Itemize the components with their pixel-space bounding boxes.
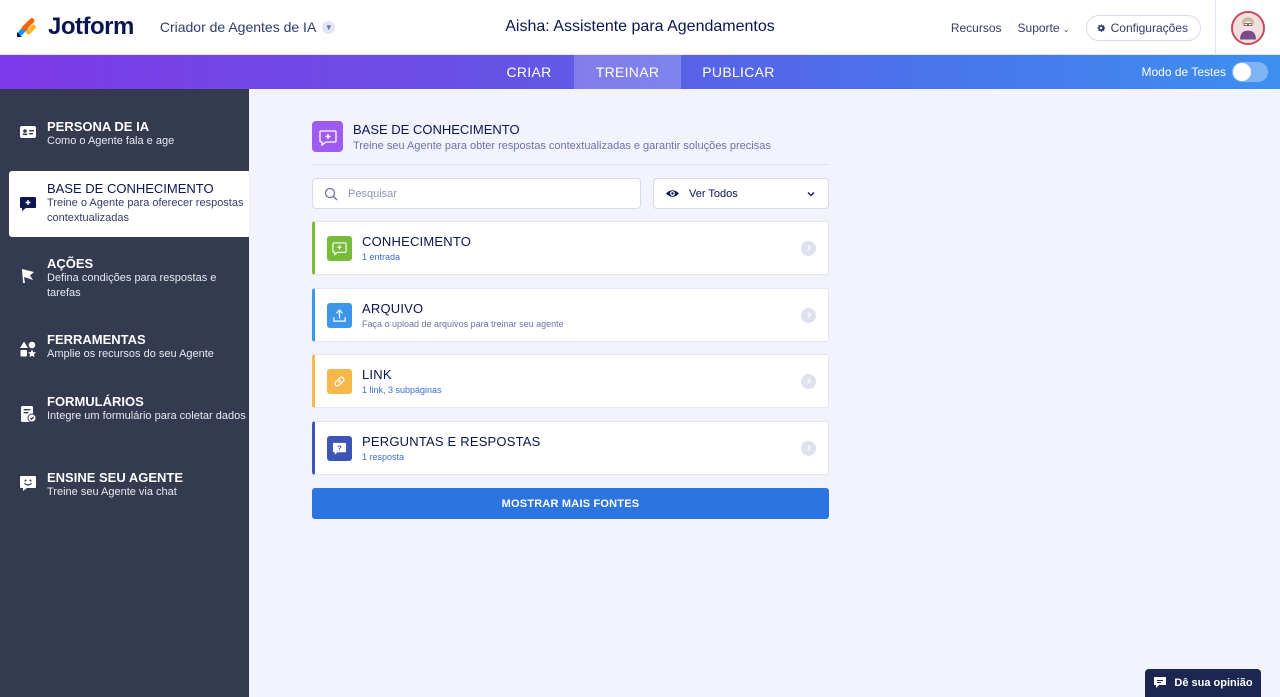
chevron-right-icon xyxy=(801,440,816,456)
support-menu[interactable]: Suporte ⌄ xyxy=(1018,21,1070,35)
show-more-sources-button[interactable]: MOSTRAR MAIS FONTES xyxy=(312,488,829,519)
sidebar-item-title: PERSONA DE IA xyxy=(47,119,150,134)
search-box[interactable] xyxy=(312,178,641,209)
id-card-icon xyxy=(20,126,36,138)
test-mode-toggle[interactable] xyxy=(1232,62,1268,82)
sidebar-item-tools[interactable]: FERRAMENTAS Amplie os recursos do seu Ag… xyxy=(0,332,249,362)
section-header: BASE DE CONHECIMENTO Treine seu Agente p… xyxy=(312,121,771,152)
sidebar-item-title: FORMULÁRIOS xyxy=(47,394,144,409)
knowledge-chat-icon xyxy=(20,197,36,211)
feedback-label: Dê sua opinião xyxy=(1174,677,1253,689)
brand-name: Jotform xyxy=(48,13,134,40)
chevron-right-icon xyxy=(801,373,816,389)
card-title: PERGUNTAS E RESPOSTAS xyxy=(362,434,541,449)
test-mode: Modo de Testes xyxy=(1141,55,1268,89)
svg-text:?: ? xyxy=(337,443,342,452)
source-card-link[interactable]: LINK 1 link, 3 subpáginas xyxy=(312,354,829,408)
tab-criar[interactable]: CRIAR xyxy=(484,55,574,89)
sidebar-item-title: AÇÕES xyxy=(47,256,94,271)
divider xyxy=(312,164,829,165)
card-title: CONHECIMENTO xyxy=(362,234,472,249)
support-label: Suporte xyxy=(1017,20,1060,35)
search-input[interactable] xyxy=(348,187,628,200)
shapes-icon xyxy=(20,341,36,358)
sidebar-item-subtitle: Como o Agente fala e age xyxy=(47,135,175,147)
chevron-down-icon xyxy=(807,191,815,196)
builder-label: Criador de Agentes de IA xyxy=(159,19,317,35)
link-icon xyxy=(327,368,352,394)
avatar[interactable] xyxy=(1231,10,1265,45)
feedback-button[interactable]: Dê sua opinião xyxy=(1145,669,1261,697)
sidebar-item-subtitle: Integre um formulário para coletar dados xyxy=(47,410,246,422)
settings-button[interactable]: Configurações xyxy=(1085,14,1201,41)
card-title: LINK xyxy=(362,367,392,382)
chevron-down-icon: ▼ xyxy=(322,20,336,34)
sidebar-item-subtitle: Amplie os recursos do seu Agente xyxy=(47,348,214,360)
card-subtitle: 1 entrada xyxy=(362,252,401,262)
sidebar-item-knowledge-base[interactable]: BASE DE CONHECIMENTO Treine o Agente par… xyxy=(9,171,249,237)
form-icon xyxy=(21,406,37,423)
tab-treinar[interactable]: TREINAR xyxy=(574,55,681,89)
feedback-icon xyxy=(1154,677,1167,688)
sidebar-item-subtitle: Treine o Agente para oferecer respostas … xyxy=(47,197,244,224)
source-card-file[interactable]: ARQUIVO Faça o upload de arquivos para t… xyxy=(312,288,829,342)
sidebar-item-persona[interactable]: PERSONA DE IA Como o Agente fala e age xyxy=(0,119,249,149)
header-menu: Recursos Suporte ⌄ Configurações xyxy=(951,0,1280,55)
chat-smile-icon xyxy=(20,476,36,491)
flag-icon xyxy=(22,269,34,283)
knowledge-base-badge xyxy=(312,121,343,152)
sidebar-item-title: FERRAMENTAS xyxy=(47,332,146,347)
card-title: ARQUIVO xyxy=(362,301,424,316)
card-subtitle: 1 resposta xyxy=(362,452,405,462)
main-tabs: CRIAR TREINAR PUBLICAR Modo de Testes xyxy=(0,55,1280,89)
view-filter-dropdown[interactable]: Ver Todos xyxy=(653,178,829,209)
sidebar-item-title: BASE DE CONHECIMENTO xyxy=(47,181,214,196)
filter-label: Ver Todos xyxy=(689,187,738,200)
builder-selector[interactable]: Criador de Agentes de IA ▼ xyxy=(159,19,336,35)
chevron-right-icon xyxy=(801,307,816,323)
jotform-logo-icon xyxy=(17,18,36,37)
source-card-qa[interactable]: ? PERGUNTAS E RESPOSTAS 1 resposta xyxy=(312,421,829,475)
sidebar-item-subtitle: Treine seu Agente via chat xyxy=(47,486,177,498)
resources-link[interactable]: Recursos xyxy=(951,21,1002,35)
sidebar-item-title: ENSINE SEU AGENTE xyxy=(47,470,184,485)
chevron-down-icon: ⌄ xyxy=(1062,24,1070,34)
top-header: Jotform Criador de Agentes de IA ▼ Aisha… xyxy=(0,0,1280,55)
source-card-knowledge[interactable]: CONHECIMENTO 1 entrada xyxy=(312,221,829,275)
card-subtitle: Faça o upload de arquivos para treinar s… xyxy=(362,319,564,329)
upload-icon xyxy=(327,302,352,328)
question-chat-icon: ? xyxy=(327,435,352,461)
eye-icon xyxy=(665,190,680,197)
settings-label: Configurações xyxy=(1110,20,1188,35)
sidebar-item-actions[interactable]: AÇÕES Defina condições para respostas e … xyxy=(0,256,249,301)
card-subtitle: 1 link, 3 subpáginas xyxy=(362,385,442,395)
sidebar-item-subtitle: Defina condições para respostas e tarefa… xyxy=(47,272,217,299)
section-subtitle: Treine seu Agente para obter respostas c… xyxy=(353,140,771,152)
toggle-knob xyxy=(1233,63,1251,81)
chevron-right-icon xyxy=(801,240,816,256)
gear-icon xyxy=(1097,23,1105,32)
main-content: BASE DE CONHECIMENTO Treine seu Agente p… xyxy=(249,89,1280,697)
sidebar: PERSONA DE IA Como o Agente fala e age B… xyxy=(0,89,249,697)
test-mode-label: Modo de Testes xyxy=(1141,65,1227,79)
avatar-illustration xyxy=(1233,12,1263,43)
knowledge-chat-icon xyxy=(318,129,337,146)
section-title: BASE DE CONHECIMENTO xyxy=(353,122,520,137)
avatar-area xyxy=(1215,0,1280,55)
knowledge-plus-icon xyxy=(327,235,352,261)
sidebar-item-forms[interactable]: FORMULÁRIOS Integre um formulário para c… xyxy=(0,394,249,424)
tab-publicar[interactable]: PUBLICAR xyxy=(681,55,796,89)
sidebar-item-teach-agent[interactable]: ENSINE SEU AGENTE Treine seu Agente via … xyxy=(0,470,249,500)
jotform-logo[interactable]: Jotform xyxy=(14,13,134,41)
search-icon xyxy=(324,187,338,200)
